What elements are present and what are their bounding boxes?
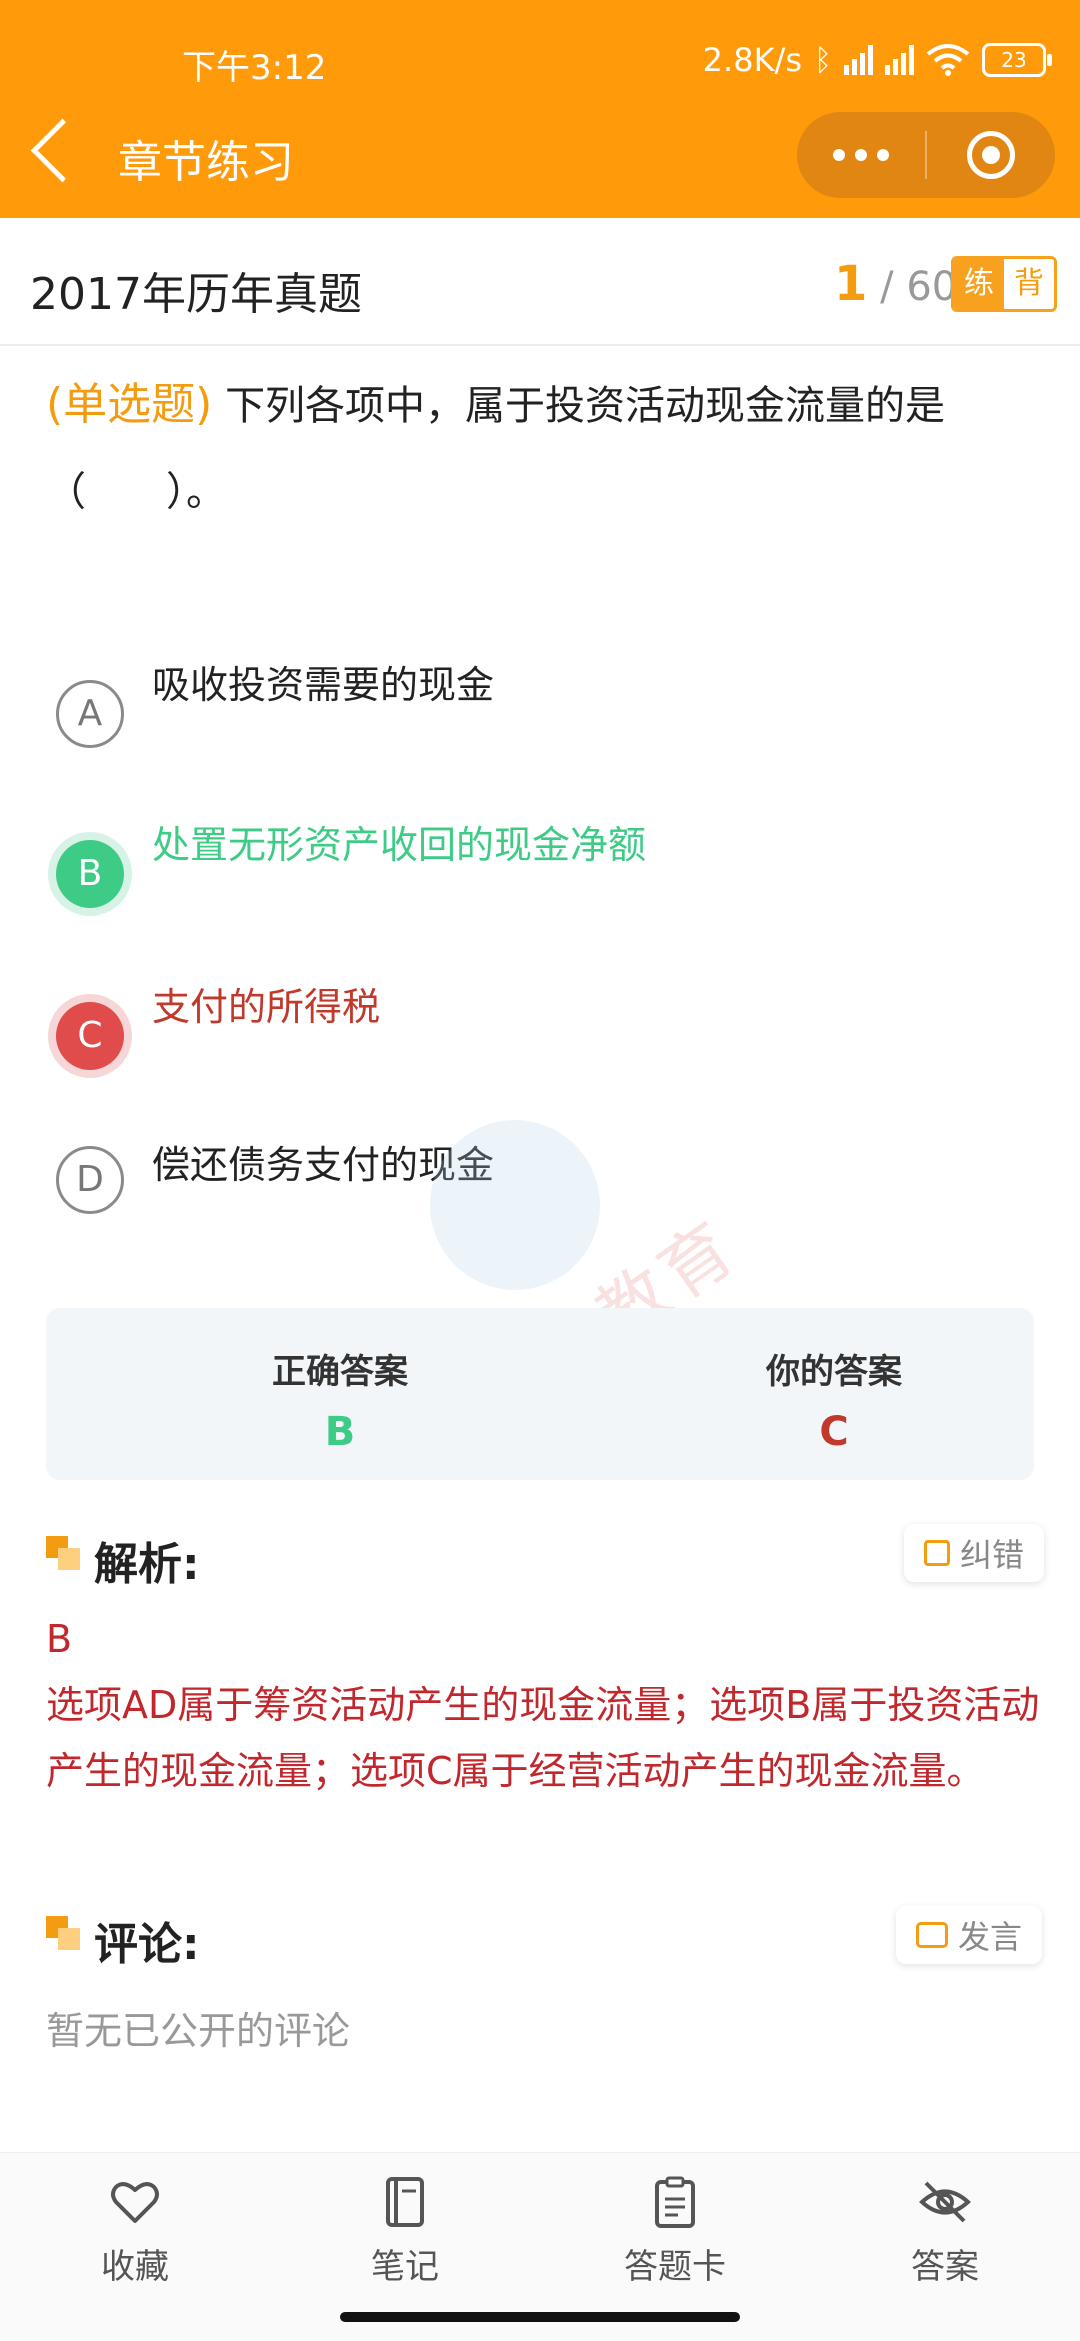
question-text-block: (单选题) 下列各项中，属于投资活动现金流量的是（ ）。 <box>46 362 1046 535</box>
option-b[interactable]: B 处置无形资产收回的现金净额 <box>56 823 1036 920</box>
option-letter: B <box>56 840 124 908</box>
mode-recite[interactable]: 背 <box>1004 259 1054 309</box>
your-answer-value: C <box>819 1409 849 1455</box>
edit-icon <box>924 1540 950 1566</box>
current-question-number: 1 <box>834 256 868 312</box>
analysis-text: 选项AD属于筹资活动产生的现金流量；选项B属于投资活动产生的现金流量；选项C属于… <box>46 1683 1040 1793</box>
correct-answer-value: B <box>324 1409 356 1455</box>
back-button[interactable] <box>30 118 95 183</box>
battery-icon: 23 <box>982 43 1052 77</box>
comments-section-icon <box>46 1916 82 1952</box>
sub-header: 2017年历年真题 1 / 60 练 背 <box>0 218 1080 346</box>
comments-title: 评论: <box>94 1919 200 1970</box>
post-comment-button[interactable]: 发言 <box>896 1906 1043 1964</box>
notebook-icon <box>378 2175 432 2229</box>
option-a[interactable]: A 吸收投资需要的现金 <box>56 663 1036 760</box>
clipboard-icon <box>648 2175 702 2229</box>
analysis-title: 解析: <box>94 1539 200 1590</box>
answer-summary: 正确答案 B 你的答案 C <box>46 1308 1034 1480</box>
option-letter: D <box>56 1146 124 1214</box>
option-text: 支付的所得税 <box>152 985 381 1029</box>
target-icon <box>967 131 1015 179</box>
notes-tab[interactable]: 笔记 <box>315 2175 495 2288</box>
heart-icon <box>108 2175 162 2229</box>
favorite-tab[interactable]: 收藏 <box>45 2175 225 2288</box>
empty-comments-text: 暂无已公开的评论 <box>46 2009 351 2053</box>
answer-card-label: 答题卡 <box>624 2247 726 2287</box>
home-indicator[interactable] <box>340 2312 740 2322</box>
correct-answer: 正确答案 B <box>190 1344 490 1455</box>
answer-label: 答案 <box>911 2247 979 2287</box>
more-icon[interactable] <box>797 149 925 161</box>
bluetooth-icon: ᛒ <box>814 42 832 78</box>
notes-label: 笔记 <box>371 2247 439 2287</box>
wifi-icon <box>926 44 970 76</box>
option-text: 处置无形资产收回的现金净额 <box>152 823 647 867</box>
your-answer: 你的答案 C <box>684 1344 984 1455</box>
mode-practice[interactable]: 练 <box>954 259 1004 309</box>
network-speed: 2.8K/s <box>702 41 802 79</box>
close-program-button[interactable] <box>927 131 1055 179</box>
option-letter: A <box>56 680 124 748</box>
chat-icon <box>916 1922 948 1948</box>
report-error-label: 纠错 <box>960 1536 1025 1574</box>
analysis-section-icon <box>46 1536 82 1572</box>
eye-off-icon <box>918 2175 972 2229</box>
post-comment-label: 发言 <box>958 1918 1023 1956</box>
favorite-label: 收藏 <box>101 2247 169 2287</box>
mode-toggle[interactable]: 练 背 <box>951 256 1057 312</box>
exam-title: 2017年历年真题 <box>30 269 362 320</box>
analysis-body: B 选项AD属于筹资活动产生的现金流量；选项B属于投资活动产生的现金流量；选项C… <box>46 1606 1046 1804</box>
option-text: 吸收投资需要的现金 <box>152 663 495 707</box>
signal-icon-2 <box>885 45 914 75</box>
page-title: 章节练习 <box>118 137 294 188</box>
status-time: 下午3:12 <box>182 48 327 88</box>
total-questions: / 60 <box>880 264 958 310</box>
answer-tab[interactable]: 答案 <box>855 2175 1035 2288</box>
your-answer-label: 你的答案 <box>766 1352 902 1392</box>
signal-icon <box>844 45 873 75</box>
question-type: (单选题) <box>46 379 213 430</box>
question-counter[interactable]: 1 / 60 <box>834 256 957 312</box>
answer-card-tab[interactable]: 答题卡 <box>585 2175 765 2288</box>
status-bar-right: 2.8K/s ᛒ 23 <box>702 38 1052 82</box>
mini-program-capsule <box>797 112 1055 198</box>
correct-answer-label: 正确答案 <box>272 1352 408 1392</box>
option-c[interactable]: C 支付的所得税 <box>56 985 1036 1082</box>
report-error-button[interactable]: 纠错 <box>904 1524 1045 1582</box>
top-header: 下午3:12 2.8K/s ᛒ 23 章节练习 <box>0 0 1080 218</box>
analysis-answer: B <box>46 1617 73 1661</box>
watermark-logo <box>430 1120 600 1290</box>
option-letter: C <box>56 1002 124 1070</box>
